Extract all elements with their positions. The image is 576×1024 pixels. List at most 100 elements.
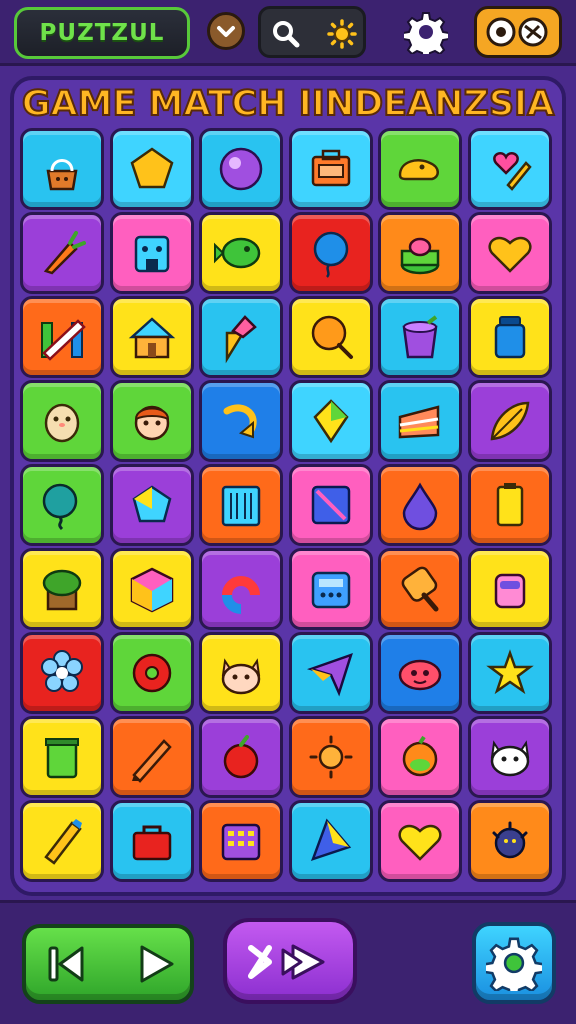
apple-icon: [223, 735, 259, 779]
tile-germ[interactable]: [468, 800, 552, 882]
tile-cat[interactable]: [199, 632, 284, 714]
tile-balloon[interactable]: [288, 212, 373, 294]
heart-icon: [488, 236, 532, 273]
settings-button[interactable]: [472, 922, 556, 1004]
tile-balloon-green[interactable]: [20, 464, 104, 546]
tile-prism[interactable]: [288, 800, 373, 882]
shuffle-button[interactable]: [223, 918, 357, 1004]
tile-battery[interactable]: [468, 464, 552, 546]
tile-plane[interactable]: [288, 632, 373, 714]
card-icon: [311, 485, 351, 525]
gear-icon: [486, 937, 542, 991]
robot-icon: [134, 235, 169, 273]
game-logo-button[interactable]: PUZTZUL: [14, 7, 190, 59]
lollipop-icon: [311, 315, 353, 359]
magnet-icon: [222, 576, 261, 614]
tile-card[interactable]: [288, 464, 373, 546]
calc-orange-icon: [221, 823, 261, 861]
cake-icon: [401, 237, 440, 275]
tile-calc-orange[interactable]: [199, 800, 284, 882]
tile-sticks[interactable]: [20, 296, 104, 378]
chevron-down-icon: [217, 26, 235, 37]
tile-cake-slice[interactable]: [378, 380, 463, 462]
tile-popsicle[interactable]: [378, 548, 463, 630]
tile-heart-yellow[interactable]: [378, 800, 463, 882]
tile-calculator[interactable]: [288, 548, 373, 630]
skip-back-icon[interactable]: [44, 942, 88, 986]
toolbox-icon: [311, 149, 351, 187]
view-toggle-button[interactable]: [474, 6, 562, 58]
sun-icon[interactable]: [327, 19, 357, 49]
tile-fish[interactable]: [199, 212, 284, 294]
tile-magnet[interactable]: [199, 548, 284, 630]
donut-icon: [132, 653, 171, 693]
tile-apple[interactable]: [199, 716, 284, 798]
sticks-icon: [41, 319, 86, 361]
tile-bucket[interactable]: [378, 296, 463, 378]
popsicle-icon: [401, 566, 439, 612]
search-icon[interactable]: [271, 19, 301, 49]
pentagon-icon: [130, 147, 174, 189]
sun-icon: [309, 735, 353, 779]
tile-bag[interactable]: [20, 128, 104, 210]
tile-lollipop[interactable]: [288, 296, 373, 378]
tile-plant[interactable]: [20, 548, 104, 630]
tile-leaf[interactable]: [468, 380, 552, 462]
tile-ball[interactable]: [199, 128, 284, 210]
tile-cake[interactable]: [378, 212, 463, 294]
tile-monster[interactable]: [378, 632, 463, 714]
tile-arrow[interactable]: [199, 380, 284, 462]
play-icon[interactable]: [134, 942, 178, 986]
carrot-icon: [43, 231, 86, 275]
blob-icon: [399, 159, 440, 181]
tile-robot[interactable]: [109, 212, 194, 294]
logo-text: PUZTZUL: [39, 20, 165, 46]
tile-heart-pop[interactable]: [468, 128, 552, 210]
tile-kid[interactable]: [109, 380, 194, 462]
tile-can[interactable]: [20, 716, 104, 798]
tile-cube[interactable]: [109, 548, 194, 630]
gear-icon[interactable]: [404, 10, 448, 54]
heart-yellow-icon: [398, 824, 442, 861]
battery-icon: [496, 483, 524, 527]
tile-blob[interactable]: [378, 128, 463, 210]
tile-robot-pink[interactable]: [468, 548, 552, 630]
tile-grid: [20, 128, 558, 884]
tile-white-cat[interactable]: [468, 716, 552, 798]
tile-orange[interactable]: [378, 716, 463, 798]
orange-icon: [403, 735, 438, 777]
tile-toolbox[interactable]: [288, 128, 373, 210]
tile-sun[interactable]: [288, 716, 373, 798]
dropdown-button[interactable]: [207, 12, 245, 50]
germ-icon: [492, 821, 528, 859]
tile-house[interactable]: [109, 296, 194, 378]
monster-icon: [399, 659, 442, 691]
pen-icon: [44, 819, 82, 865]
tile-gem[interactable]: [109, 464, 194, 546]
ball-icon: [219, 147, 263, 191]
tile-star[interactable]: [468, 632, 552, 714]
tile-hamster[interactable]: [20, 380, 104, 462]
tile-donut[interactable]: [109, 632, 194, 714]
tile-carrot[interactable]: [20, 212, 104, 294]
bag-icon: [46, 159, 78, 191]
tile-book[interactable]: [199, 464, 284, 546]
tile-flower[interactable]: [20, 632, 104, 714]
tile-lunchbox[interactable]: [109, 800, 194, 882]
tile-ice-cream[interactable]: [199, 296, 284, 378]
tile-drop[interactable]: [378, 464, 463, 546]
cube-icon: [130, 567, 173, 613]
tile-jar[interactable]: [468, 296, 552, 378]
balloon-icon: [313, 231, 349, 278]
kid-icon: [134, 405, 169, 441]
playback-controls: [22, 924, 194, 1004]
tile-heart[interactable]: [468, 212, 552, 294]
board-title: GAME MATCH IINDEANZSIA: [21, 83, 555, 125]
tile-kite[interactable]: [288, 380, 373, 462]
plane-icon: [306, 652, 353, 697]
tile-pencil[interactable]: [109, 716, 194, 798]
drop-icon: [403, 482, 438, 531]
tile-pentagon[interactable]: [109, 128, 194, 210]
jar-icon: [494, 316, 526, 359]
tile-pen[interactable]: [20, 800, 104, 882]
